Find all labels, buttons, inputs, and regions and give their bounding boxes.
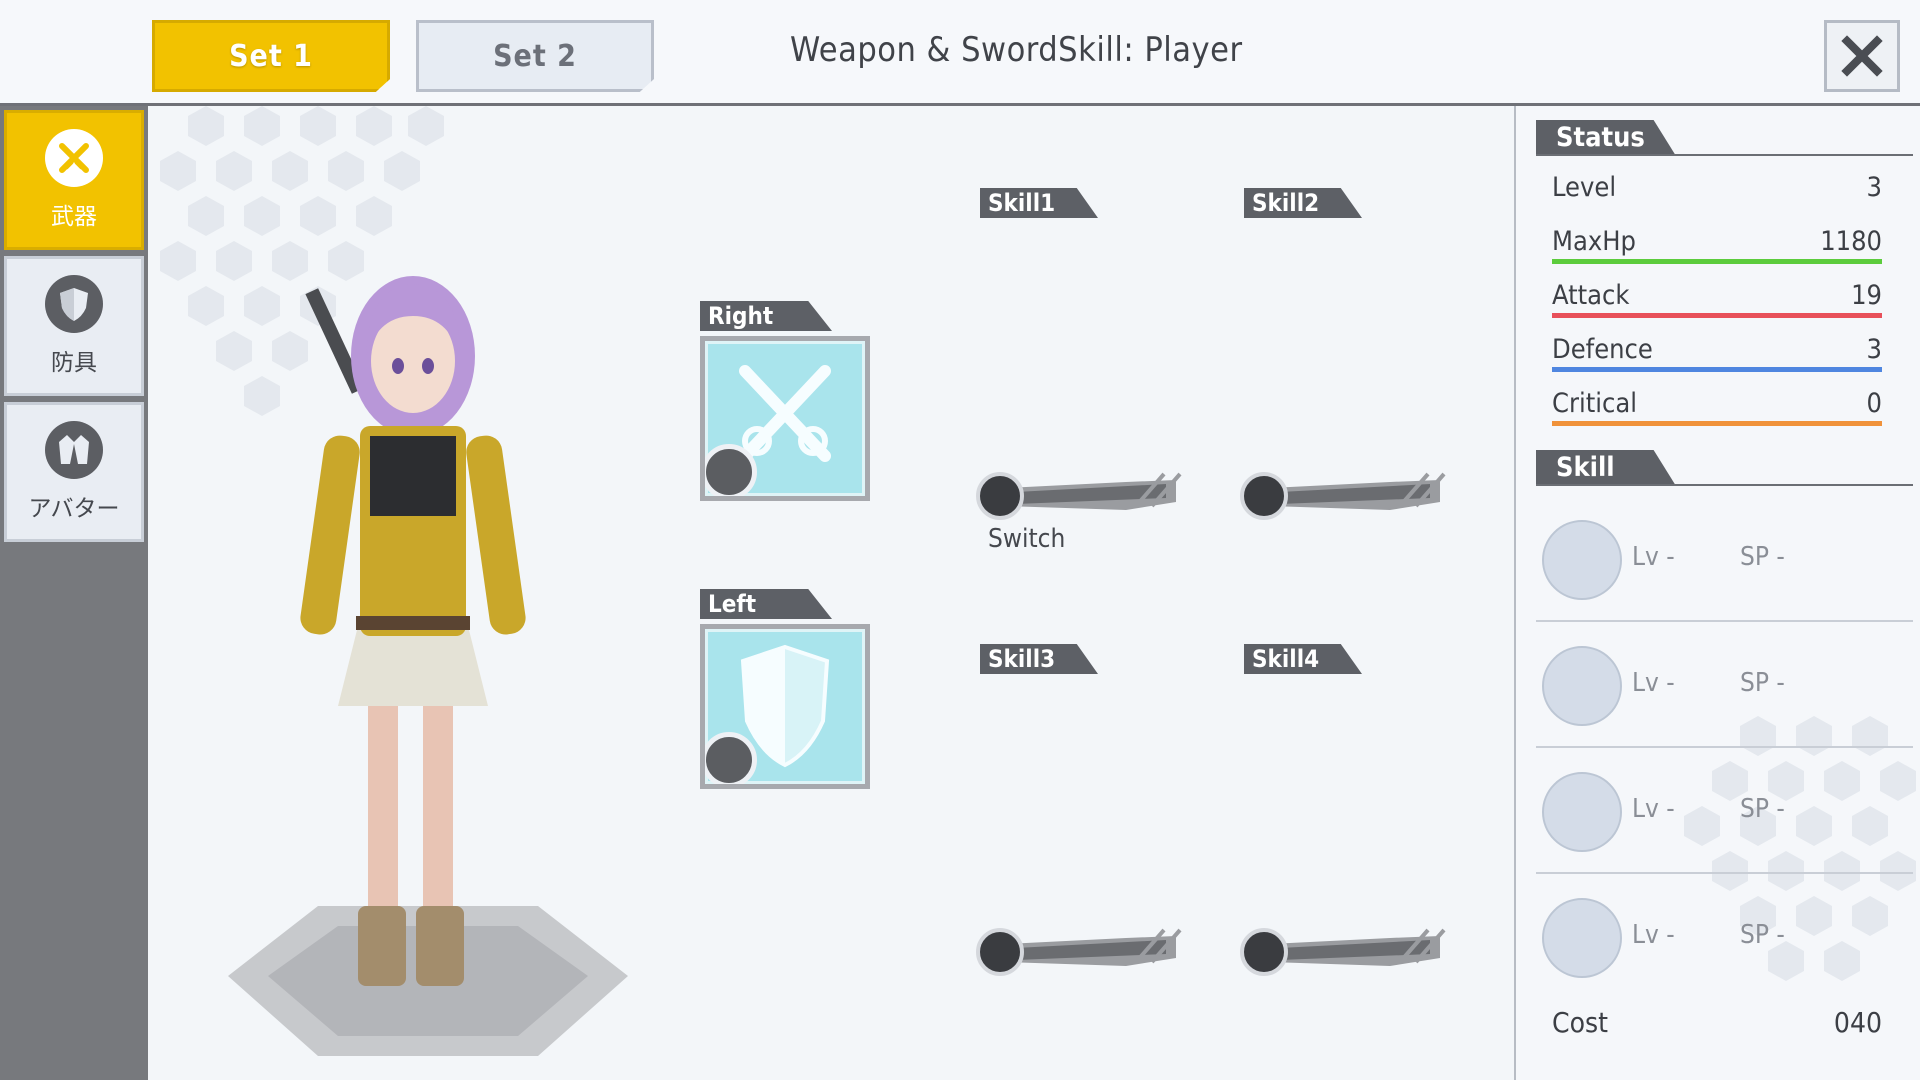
stat-bar-critical: [1552, 421, 1882, 426]
skill1-slot-slider[interactable]: [976, 468, 1186, 524]
right-weapon-card: [705, 341, 865, 496]
skill4-slot-slider[interactable]: [1240, 924, 1450, 980]
stat-critical: Critical 0: [1552, 382, 1882, 426]
skill-sp: SP -: [1740, 668, 1785, 698]
main-area: Right Left Skill1 Skill2 Skill3 Skill4: [148, 106, 1514, 1080]
skill-level: Lv -: [1632, 920, 1675, 950]
left-weapon-slot[interactable]: [700, 624, 870, 789]
right-slot-label: Right: [700, 301, 832, 331]
skill2-label: Skill2: [1244, 188, 1362, 218]
skill-slot-2[interactable]: Lv - SP -: [1536, 622, 1913, 748]
stat-value: 1180: [1820, 226, 1882, 257]
stat-value: 3: [1866, 334, 1882, 365]
right-weapon-slot[interactable]: [700, 336, 870, 501]
stat-value: 0: [1866, 388, 1882, 419]
tab-set-2[interactable]: Set 2: [416, 20, 654, 92]
skill3-slot-slider[interactable]: [976, 924, 1186, 980]
skill4-label: Skill4: [1244, 644, 1362, 674]
skill-sp: SP -: [1740, 542, 1785, 572]
jacket-icon: [45, 421, 103, 479]
crossed-swords-icon: [45, 129, 103, 187]
sidebar-item-label: 武器: [51, 204, 97, 230]
sidebar-item-avatar[interactable]: アバター: [4, 402, 144, 542]
skill-orb: [1542, 646, 1622, 726]
left-weapon-card: [705, 629, 865, 784]
stat-defence: Defence 3: [1552, 328, 1882, 372]
skill-heading: Skill: [1536, 450, 1676, 486]
switch-label: Switch: [988, 524, 1066, 554]
stat-name: MaxHp: [1552, 226, 1636, 257]
skill1-label: Skill1: [980, 188, 1098, 218]
stat-value: 19: [1851, 280, 1882, 311]
cost-label: Cost: [1552, 1006, 1608, 1039]
left-slot-label: Left: [700, 589, 832, 619]
stat-name: Attack: [1552, 280, 1630, 311]
skill-sp: SP -: [1740, 794, 1785, 824]
stat-value: 3: [1866, 172, 1882, 203]
stat-bar-defence: [1552, 367, 1882, 372]
sidebar-item-weapon[interactable]: 武器: [4, 110, 144, 250]
shield-icon: [45, 275, 103, 333]
stat-name: Defence: [1552, 334, 1653, 365]
skill-level: Lv -: [1632, 542, 1675, 572]
cost-row: Cost 040: [1552, 1006, 1882, 1039]
status-panel: Status Level 3 MaxHp 1180 Attack 19 Defe…: [1516, 106, 1920, 1080]
tab-set-2-label: Set 2: [493, 38, 577, 74]
skill2-slot-slider[interactable]: [1240, 468, 1450, 524]
stat-attack: Attack 19: [1552, 274, 1882, 318]
cost-value: 040: [1833, 1006, 1882, 1039]
stat-maxhp: MaxHp 1180: [1552, 220, 1882, 264]
stat-name: Critical: [1552, 388, 1637, 419]
tab-set-1[interactable]: Set 1: [152, 20, 390, 92]
skill-level: Lv -: [1632, 794, 1675, 824]
skill-slot-1[interactable]: Lv - SP -: [1536, 496, 1913, 622]
skill-slot-3[interactable]: Lv - SP -: [1536, 748, 1913, 874]
slot-indicator: [705, 444, 757, 496]
status-heading: Status: [1536, 120, 1676, 156]
stat-name: Level: [1552, 172, 1617, 203]
status-divider: [1536, 154, 1913, 156]
skill-level: Lv -: [1632, 668, 1675, 698]
sidebar-item-label: アバター: [28, 496, 120, 522]
tab-set-1-label: Set 1: [229, 38, 313, 74]
player-character-model: [228, 276, 628, 1056]
stat-level: Level 3: [1552, 166, 1882, 210]
skill-divider: [1536, 484, 1913, 486]
slot-indicator: [705, 732, 757, 784]
top-bar: Set 1 Set 2 Weapon & SwordSkill: Player: [0, 0, 1920, 106]
sidebar: 武器 防具 アバター: [0, 106, 148, 1080]
stat-bar-attack: [1552, 313, 1882, 318]
skill-orb: [1542, 898, 1622, 978]
skill-sp: SP -: [1740, 920, 1785, 950]
close-icon: [1841, 35, 1883, 77]
sidebar-item-label: 防具: [51, 350, 97, 376]
skill-slot-4[interactable]: Lv - SP -: [1536, 874, 1913, 1000]
stat-bar-hp: [1552, 259, 1882, 264]
sidebar-item-armor[interactable]: 防具: [4, 256, 144, 396]
close-button[interactable]: [1824, 20, 1900, 92]
skill3-label: Skill3: [980, 644, 1098, 674]
page-title: Weapon & SwordSkill: Player: [790, 30, 1243, 70]
skill-orb: [1542, 772, 1622, 852]
skill-orb: [1542, 520, 1622, 600]
